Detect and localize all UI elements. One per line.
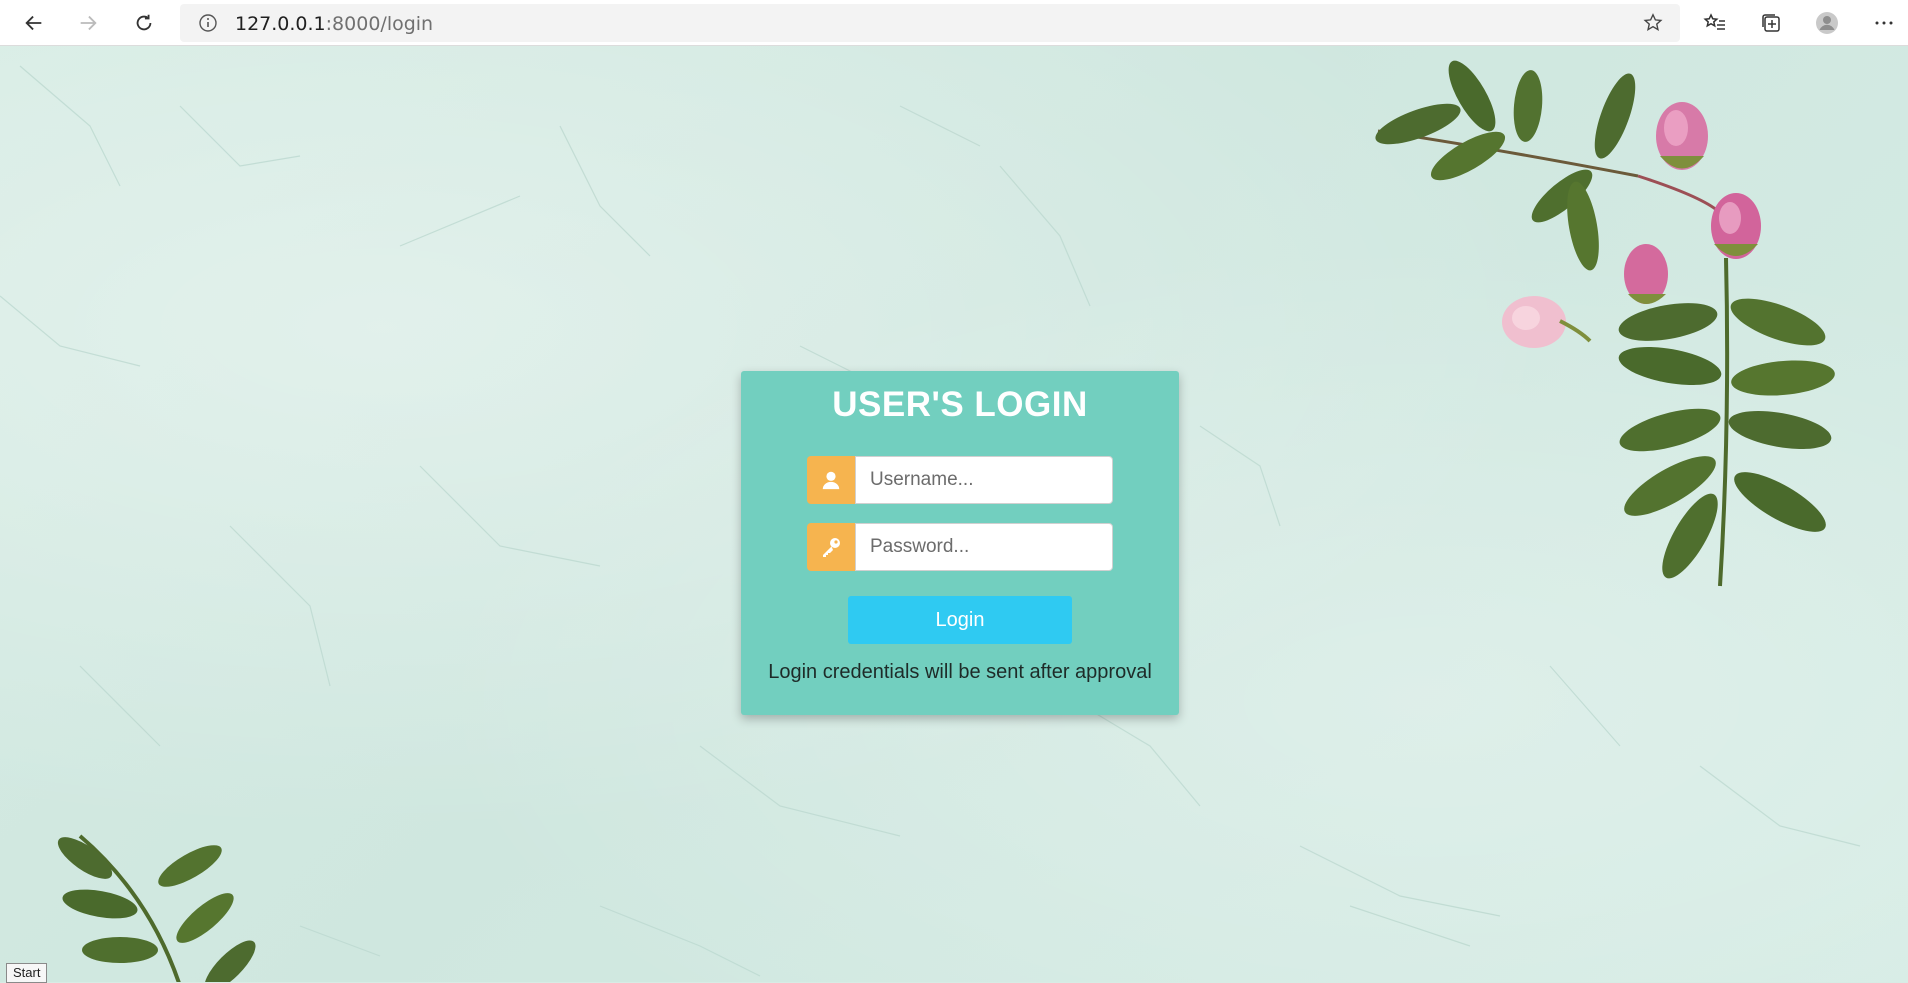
refresh-button[interactable] [126,6,162,40]
start-label[interactable]: Start [6,963,48,983]
ellipsis-icon [1875,21,1893,25]
password-field [807,523,1113,571]
arrow-left-icon [25,15,42,31]
url-host: 127.0.0.1 [235,13,326,35]
rosebud-1 [1656,102,1708,170]
back-button[interactable] [16,6,52,40]
leaf-branch-decoration [57,834,256,982]
rosebud-2 [1711,193,1761,259]
leaf-sprig-right [1618,257,1835,587]
profile-button[interactable] [1809,6,1845,40]
login-card: USER'S LOGIN Login Login credential [741,371,1179,715]
url-text[interactable]: 127.0.0.1:8000/login [235,13,433,35]
rosebud-3 [1624,244,1668,304]
collections-icon [1762,14,1780,32]
forward-button[interactable] [70,6,106,40]
login-page: USER'S LOGIN Login Login credential [0,46,1908,982]
login-title: USER'S LOGIN [832,385,1088,424]
flower-branch-decoration [1375,60,1835,587]
more-menu-button[interactable] [1866,6,1902,40]
username-field [807,456,1113,504]
favorites-button[interactable] [1697,6,1733,40]
user-icon [807,456,855,504]
favorite-star-icon[interactable] [1642,12,1664,34]
leaf-sprig-top [1375,60,1719,271]
info-icon[interactable] [198,13,218,33]
collections-button[interactable] [1753,6,1789,40]
arrow-right-icon [80,15,97,31]
avatar-icon [1816,12,1838,34]
approval-note: Login credentials will be sent after app… [768,661,1152,683]
url-path: :8000/login [325,13,434,35]
refresh-icon [136,14,152,31]
login-button[interactable]: Login [848,596,1072,644]
rosebud-4 [1502,296,1592,348]
username-input[interactable] [855,456,1113,504]
password-input[interactable] [855,523,1113,571]
favorites-list-icon [1703,13,1725,30]
key-icon [807,523,855,571]
address-bar[interactable]: 127.0.0.1:8000/login [180,4,1680,42]
browser-toolbar: 127.0.0.1:8000/login [0,0,1908,46]
